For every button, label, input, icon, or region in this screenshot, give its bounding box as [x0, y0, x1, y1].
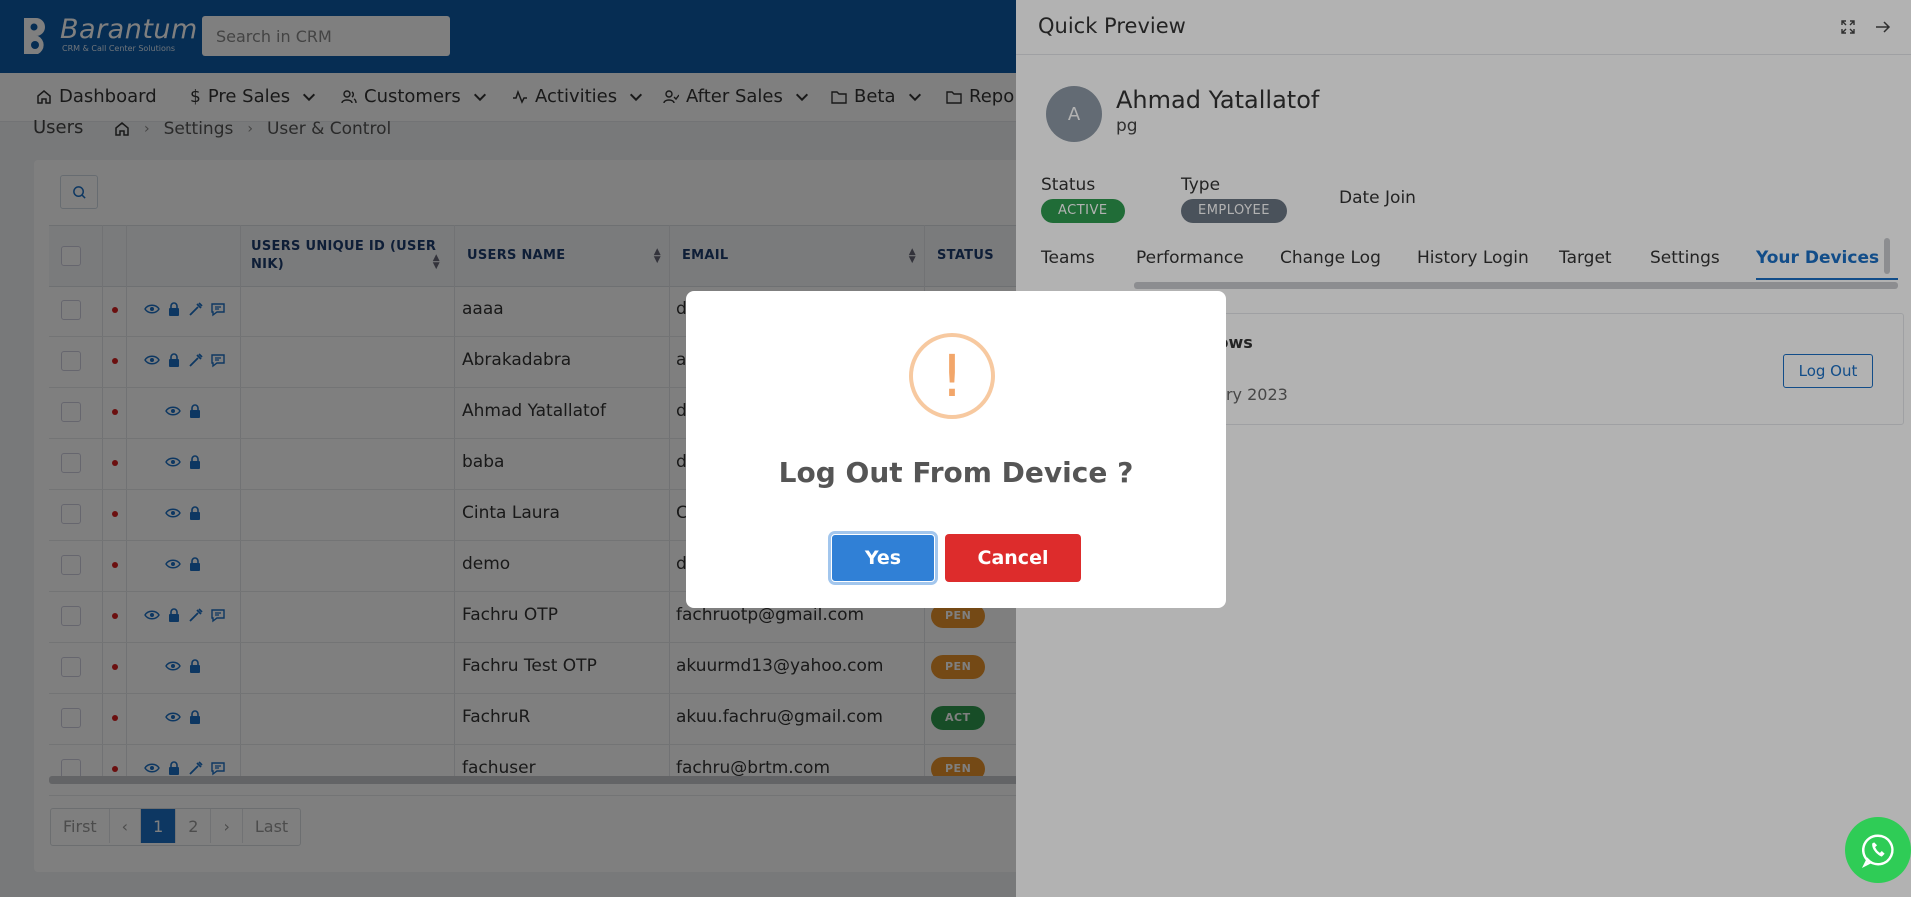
whatsapp-button[interactable]	[1845, 817, 1911, 883]
dialog-title: Log Out From Device ?	[778, 456, 1134, 489]
cancel-button[interactable]: Cancel	[945, 534, 1081, 582]
logout-confirm-dialog: ! Log Out From Device ? Yes Cancel	[686, 291, 1226, 608]
yes-button[interactable]: Yes	[831, 534, 935, 582]
whatsapp-icon	[1861, 834, 1894, 868]
warning-icon: !	[909, 333, 995, 419]
